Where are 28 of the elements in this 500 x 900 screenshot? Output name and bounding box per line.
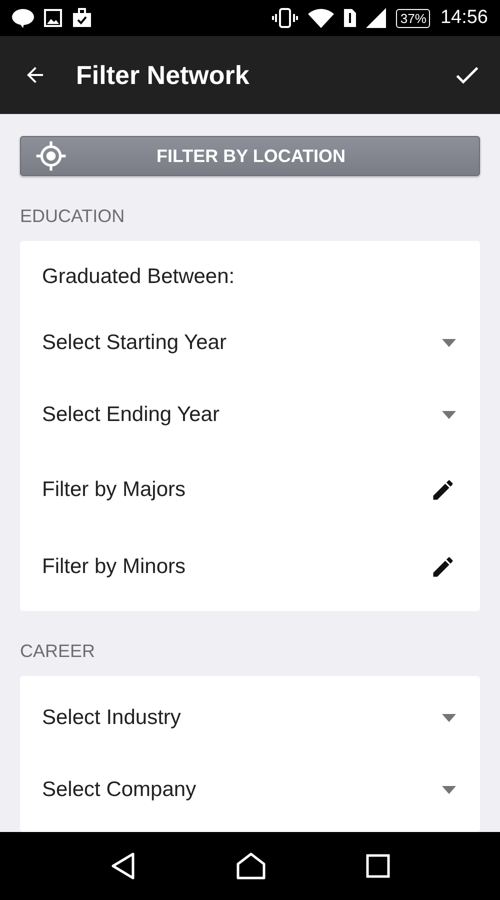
filter-option[interactable]: Select Ending Year: [42, 403, 220, 427]
clock: 14:56: [440, 7, 488, 29]
field-label: Graduated Between:: [42, 265, 235, 289]
back-nav-button[interactable]: [110, 852, 136, 880]
briefcase-check-icon: [72, 8, 92, 28]
dropdown-arrow-icon: [442, 411, 456, 419]
section-title: EDUCATION: [20, 205, 126, 228]
chat-bubble-icon: [12, 8, 34, 28]
filter-option[interactable]: Select Industry: [42, 706, 181, 730]
vibrate-icon: [272, 8, 298, 28]
image-icon: [44, 9, 62, 27]
recents-nav-button[interactable]: [366, 854, 390, 878]
filter-option[interactable]: Filter by Majors: [42, 478, 186, 502]
section-title: CAREER: [20, 640, 96, 663]
home-nav-button[interactable]: [236, 852, 266, 880]
signal-icon: [366, 8, 386, 28]
filter-option[interactable]: Select Starting Year: [42, 331, 226, 355]
dropdown-arrow-icon: [442, 339, 456, 347]
filter-by-location-button[interactable]: FILTER BY LOCATION: [20, 136, 480, 176]
wifi-icon: [308, 8, 334, 28]
screen-title: Filter Network: [76, 60, 250, 90]
filter-option[interactable]: Select Company: [42, 778, 196, 802]
dropdown-arrow-icon: [442, 714, 456, 722]
crosshair-icon: [35, 140, 67, 172]
battery-level: 37%: [396, 8, 430, 28]
sim-icon: [344, 9, 356, 27]
filter-option[interactable]: Filter by Minors: [42, 554, 186, 578]
dropdown-arrow-icon: [442, 786, 456, 794]
